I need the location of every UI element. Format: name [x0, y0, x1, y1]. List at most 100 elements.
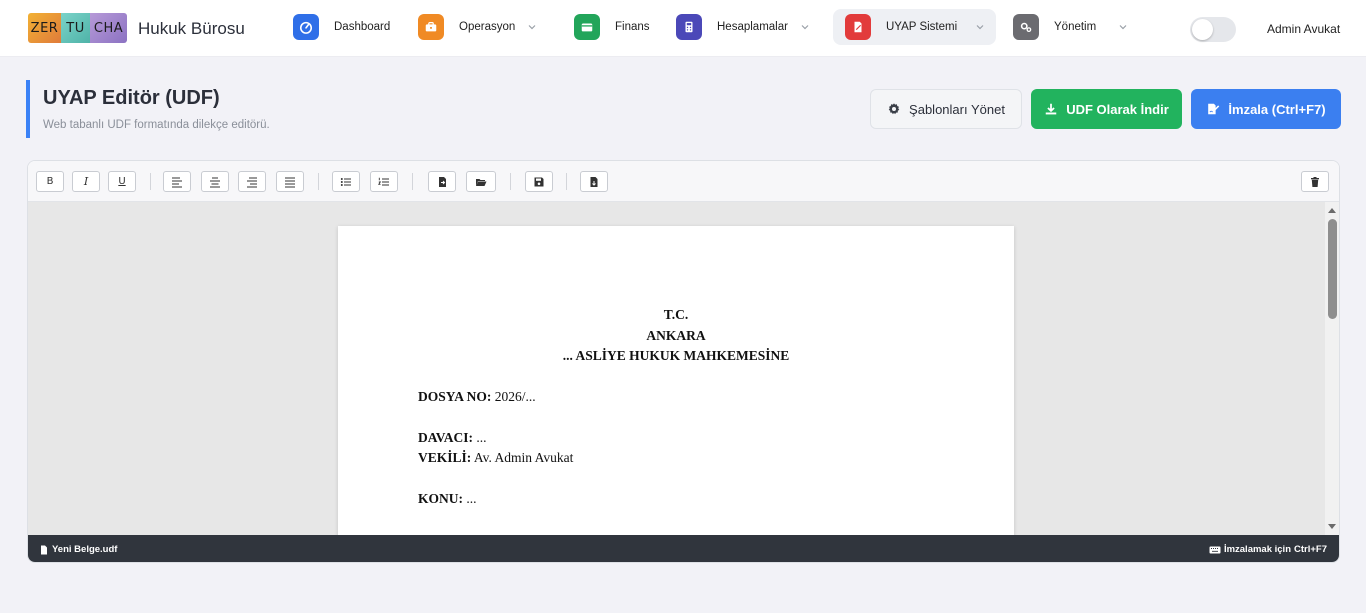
document-page[interactable]: T.C. ANKARA ... ASLİYE HUKUK MAHKEMESİNE…: [338, 226, 1014, 535]
brand-name[interactable]: Hukuk Bürosu: [138, 19, 245, 39]
align-left-button[interactable]: [163, 171, 191, 192]
toolbar-divider: [412, 173, 413, 190]
folder-open-icon: [476, 178, 487, 186]
theme-toggle[interactable]: [1190, 17, 1236, 42]
file-signature-icon: [1208, 103, 1220, 115]
page-header: UYAP Editör (UDF) Web tabanlı UDF format…: [26, 80, 270, 138]
save-icon: [534, 177, 544, 186]
nav-label: UYAP Sistemi: [886, 21, 958, 33]
file-signature-icon: [845, 14, 871, 40]
align-left-icon: [172, 177, 182, 187]
document-heading: T.C.: [663, 307, 689, 322]
nav-item-finans[interactable]: Finans: [574, 9, 650, 45]
nav-item-yonetim[interactable]: Yönetim: [1013, 9, 1128, 45]
download-icon: [1045, 103, 1057, 115]
cogs-icon: [1013, 14, 1039, 40]
export-button[interactable]: [580, 171, 608, 192]
align-justify-button[interactable]: [276, 171, 304, 192]
nav-item-hesaplamalar[interactable]: Hesaplamalar: [676, 9, 810, 45]
page-title: UYAP Editör (UDF): [43, 87, 220, 109]
field-value: ...: [463, 491, 477, 506]
filename: Yeni Belge.udf: [52, 544, 118, 555]
download-udf-button[interactable]: UDF Olarak İndir: [1031, 89, 1182, 129]
editor-statusbar: Yeni Belge.udf İmzalamak için Ctrl+F7: [28, 535, 1339, 562]
nav-item-uyap-sistemi[interactable]: UYAP Sistemi: [833, 9, 996, 45]
document-line-vekili: VEKİLİ: Av. Admin Avukat: [418, 450, 573, 466]
chevron-down-icon: [976, 25, 984, 30]
file-import-icon: [439, 176, 446, 187]
field-label: DAVACI:: [418, 430, 474, 445]
page-subtitle: Web tabanlı UDF formatında dilekçe editö…: [43, 119, 270, 131]
logo-part: CHA: [90, 13, 127, 43]
nav-item-dashboard[interactable]: Dashboard: [293, 9, 390, 45]
toolbar-divider: [510, 173, 511, 190]
app-logo[interactable]: ZER TU CHA: [28, 13, 127, 43]
numbered-list-button[interactable]: [370, 171, 398, 192]
align-right-button[interactable]: [238, 171, 266, 192]
gear-icon: [888, 103, 900, 115]
nav-label: Operasyon: [459, 21, 516, 33]
toolbar-divider: [318, 173, 319, 190]
top-navbar: ZER TU CHA Hukuk Bürosu Dashboard Operas…: [0, 0, 1366, 57]
sign-hint: İmzalamak için Ctrl+F7: [1209, 544, 1327, 555]
scroll-down-arrow[interactable]: [1328, 524, 1336, 529]
italic-icon: I: [83, 175, 89, 188]
field-label: KONU:: [418, 491, 463, 506]
save-button[interactable]: [525, 171, 553, 192]
toggle-knob: [1192, 19, 1213, 40]
logo-part: TU: [61, 13, 90, 43]
nav-label: Hesaplamalar: [717, 21, 788, 33]
keyboard-icon: [1209, 546, 1221, 553]
bold-button[interactable]: B: [36, 171, 64, 192]
underline-icon: U: [118, 176, 126, 187]
list-ul-icon: [340, 177, 351, 186]
field-value: Av. Admin Avukat: [471, 450, 574, 465]
field-label: DOSYA NO:: [418, 389, 492, 404]
trash-icon: [1311, 176, 1319, 187]
bullet-list-button[interactable]: [332, 171, 360, 192]
vertical-scrollbar[interactable]: [1325, 202, 1339, 535]
logo-part: ZER: [28, 13, 61, 43]
sign-hint-text: İmzalamak için: [1223, 544, 1291, 555]
toolbar-divider: [566, 173, 567, 190]
list-ol-icon: [378, 177, 389, 185]
document-canvas[interactable]: T.C. ANKARA ... ASLİYE HUKUK MAHKEMESİNE…: [28, 202, 1325, 535]
user-name[interactable]: Admin Avukat: [1267, 22, 1340, 36]
scroll-up-arrow[interactable]: [1328, 208, 1336, 213]
delete-button[interactable]: [1301, 171, 1329, 192]
wallet-icon: [574, 14, 600, 40]
nav-label: Finans: [615, 21, 650, 33]
chevron-down-icon: [801, 25, 809, 30]
chevron-down-icon: [1119, 25, 1127, 30]
scroll-thumb[interactable]: [1328, 219, 1337, 319]
align-justify-icon: [285, 177, 295, 187]
editor-toolbar: B I U: [28, 161, 1339, 202]
new-document-button[interactable]: [428, 171, 456, 192]
open-file-button[interactable]: [466, 171, 496, 192]
toolbar-divider: [150, 173, 151, 190]
field-label: VEKİLİ:: [418, 450, 472, 465]
align-center-button[interactable]: [201, 171, 229, 192]
nav-label: Dashboard: [334, 21, 391, 33]
align-right-icon: [247, 177, 257, 187]
button-label: UDF Olarak İndir: [1066, 101, 1169, 117]
briefcase-icon: [418, 14, 444, 40]
calculator-icon: [676, 14, 702, 40]
document-line-davaci: DAVACI: ...: [418, 430, 487, 446]
field-value: 2026/...: [491, 389, 536, 404]
nav-item-operasyon[interactable]: Operasyon: [418, 9, 537, 45]
udf-editor: B I U T.C. ANKARA ... ASLİYE HUKUK MAHKE…: [27, 160, 1340, 563]
italic-button[interactable]: I: [72, 171, 100, 192]
chevron-down-icon: [528, 25, 536, 30]
gauge-icon: [293, 14, 319, 40]
manage-templates-button[interactable]: Şablonları Yönet: [870, 89, 1022, 129]
button-label: Şablonları Yönet: [909, 101, 1005, 117]
filename-indicator: Yeni Belge.udf: [39, 544, 117, 555]
sign-button[interactable]: İmzala (Ctrl+F7): [1191, 89, 1341, 129]
document-heading: ... ASLİYE HUKUK MAHKEMESİNE: [562, 348, 790, 363]
file-export-icon: [590, 176, 598, 187]
document-heading: ANKARA: [646, 328, 706, 343]
bold-icon: B: [46, 176, 54, 187]
underline-button[interactable]: U: [108, 171, 136, 192]
file-icon: [41, 545, 47, 554]
